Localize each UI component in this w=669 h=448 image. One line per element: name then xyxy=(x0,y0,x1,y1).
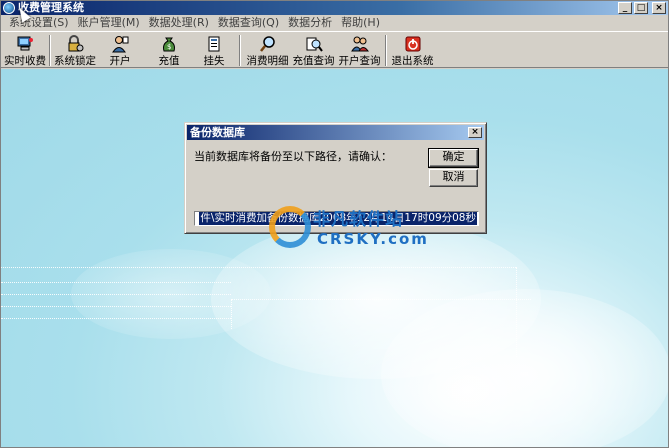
open-account-button[interactable]: 开户 xyxy=(103,34,137,68)
menu-data-analysis[interactable]: 数据分析 xyxy=(284,15,337,30)
cancel-button[interactable]: 取消 xyxy=(429,169,478,187)
toolbar-separator xyxy=(49,35,51,66)
exit-system-label: 退出系统 xyxy=(391,55,434,67)
account-query-button[interactable]: 开户查询 xyxy=(337,34,382,68)
magnifier-icon xyxy=(259,35,277,53)
background-dotted-line xyxy=(1,294,231,295)
recharge-query-label: 充值查询 xyxy=(292,55,335,67)
background-dotted-line xyxy=(1,306,231,307)
report-loss-button[interactable]: 挂失 xyxy=(197,34,231,68)
toolbar-separator xyxy=(385,35,387,66)
background-cloud xyxy=(381,289,668,447)
report-loss-icon xyxy=(205,35,223,53)
exit-system-button[interactable]: 退出系统 xyxy=(390,34,435,68)
maximize-button[interactable]: □ xyxy=(634,2,648,14)
user-add-icon xyxy=(111,35,129,53)
open-account-label: 开户 xyxy=(109,55,131,67)
minimize-button[interactable]: _ xyxy=(618,2,632,14)
realtime-pay-label: 实时收费 xyxy=(4,55,46,67)
account-query-label: 开户查询 xyxy=(338,55,381,67)
watermark-en-text: CRSKY.com xyxy=(317,230,429,248)
dialog-title-bar[interactable]: 备份数据库 × xyxy=(187,125,484,140)
report-loss-label: 挂失 xyxy=(203,55,225,67)
ok-button[interactable]: 确定 xyxy=(428,148,479,168)
consume-detail-button[interactable]: 消费明细 xyxy=(245,34,290,68)
background-dotted-line xyxy=(1,318,231,319)
background-dotted-line xyxy=(516,267,517,357)
menu-help[interactable]: 帮助(H) xyxy=(337,15,385,30)
dialog-title: 备份数据库 xyxy=(190,126,245,139)
menu-account-management[interactable]: 账户管理(M) xyxy=(74,15,145,30)
watermark: 非凡软件站 CRSKY.com xyxy=(269,202,427,254)
toolbar: 实时收费 系统锁定 开户 $ 充值 挂失 消费明细 充值查询 开户查询 退出系统 xyxy=(1,31,668,68)
background-dotted-line xyxy=(1,282,231,283)
system-lock-button[interactable]: 系统锁定 xyxy=(54,34,96,68)
menu-data-query[interactable]: 数据查询(Q) xyxy=(214,15,284,30)
toolbar-separator xyxy=(239,35,241,66)
lock-icon xyxy=(66,35,84,53)
title-bar[interactable]: 收费管理系统 _ □ × xyxy=(1,1,668,15)
background-dotted-line xyxy=(231,299,232,329)
watermark-logo-icon xyxy=(269,206,311,248)
menu-data-processing[interactable]: 数据处理(R) xyxy=(145,15,214,30)
background-dotted-line xyxy=(231,299,531,300)
realtime-pay-button[interactable]: 实时收费 xyxy=(4,34,46,68)
window-controls: _ □ × xyxy=(618,2,666,14)
dialog-message: 当前数据库将备份至以下路径，请确认： xyxy=(194,150,392,163)
menu-bar: 系统设置(S) 账户管理(M) 数据处理(R) 数据查询(Q) 数据分析 帮助(… xyxy=(1,15,668,30)
power-icon xyxy=(404,35,422,53)
svg-text:$: $ xyxy=(167,43,171,51)
close-button[interactable]: × xyxy=(652,2,666,14)
users-icon xyxy=(350,35,369,53)
app-icon xyxy=(3,2,15,14)
recharge-query-button[interactable]: 充值查询 xyxy=(291,34,336,68)
recharge-button[interactable]: $ 充值 xyxy=(152,34,186,68)
consume-detail-label: 消费明细 xyxy=(246,55,289,67)
search-document-icon xyxy=(305,35,323,53)
background-dotted-line xyxy=(1,267,516,268)
main-window: 收费管理系统 _ □ × 系统设置(S) 账户管理(M) 数据处理(R) 数据查… xyxy=(0,0,669,448)
dialog-close-button[interactable]: × xyxy=(468,127,482,138)
computer-icon xyxy=(16,35,34,53)
menu-system-settings[interactable]: 系统设置(S) xyxy=(5,15,74,30)
recharge-label: 充值 xyxy=(158,55,180,67)
system-lock-label: 系统锁定 xyxy=(54,55,96,67)
watermark-cn-text: 非凡软件站 xyxy=(313,210,403,230)
money-bag-icon: $ xyxy=(160,35,178,53)
